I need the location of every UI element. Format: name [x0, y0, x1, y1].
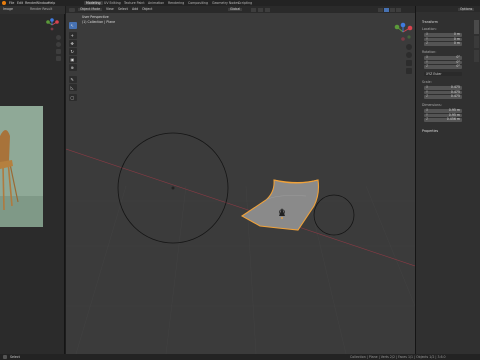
camera-view-icon[interactable]	[56, 49, 61, 54]
image-editor-header: Image Render Result	[0, 6, 65, 14]
viewport-scene	[66, 132, 415, 354]
transform-section-title[interactable]: Transform	[422, 20, 438, 24]
ortho-toggle-icon[interactable]	[406, 68, 412, 74]
scale-label: Scale:	[422, 80, 432, 84]
blender-logo-icon[interactable]	[2, 1, 6, 5]
menu-window[interactable]: Window	[36, 1, 49, 5]
pan-view-icon[interactable]	[406, 52, 412, 58]
workspace-tab-uv-editing[interactable]: UV Editing	[104, 1, 121, 5]
3d-viewport[interactable]: Object Mode View Select Add Object Globa…	[66, 6, 415, 354]
status-right-text: Collection | Plane | Verts 2/2 | Faces 1…	[350, 354, 446, 359]
reference-photo	[0, 106, 43, 227]
rotation-label: Rotation:	[422, 50, 437, 54]
menu-render[interactable]: Render	[25, 1, 36, 5]
dimensions-label: Dimensions:	[422, 103, 442, 107]
workspace-tab-scripting[interactable]: Scripting	[238, 1, 252, 5]
grid-icon[interactable]	[56, 56, 61, 61]
location-x-field[interactable]: X0 m	[424, 33, 462, 37]
selected-plane-object	[240, 179, 320, 231]
scale-z-field[interactable]: Z 0.475	[424, 95, 462, 99]
x-axis-line	[66, 148, 415, 267]
navigation-gizmo-icon[interactable]	[45, 18, 59, 32]
location-label: Location:	[422, 27, 437, 31]
zoom-icon[interactable]	[56, 35, 61, 40]
status-bar: Select Collection | Plane | Verts 2/2 | …	[0, 354, 480, 360]
menu-file[interactable]: File	[9, 1, 14, 5]
workspace-tab-texture-paint[interactable]: Texture Paint	[124, 1, 145, 5]
zoom-view-icon[interactable]	[406, 44, 412, 50]
dimensions-x-field[interactable]: X 0.95 m	[424, 109, 462, 113]
sidebar-tab-tool[interactable]	[474, 36, 479, 48]
scale-x-field[interactable]: X 0.475	[424, 86, 462, 90]
workspace-tab-geometry-nodes[interactable]: Geometry Nodes	[212, 1, 239, 5]
workspace-tab-animation[interactable]: Animation	[148, 1, 164, 5]
image-editor-panel: Image Render Result	[0, 6, 65, 354]
status-left-text: Select	[10, 354, 20, 359]
sidebar-tab-view[interactable]	[474, 50, 479, 62]
menu-edit[interactable]: Edit	[17, 1, 23, 5]
properties-section-title[interactable]: Properties	[422, 129, 438, 133]
menu-help[interactable]: Help	[48, 1, 55, 5]
location-z-field[interactable]: Z0 m	[424, 42, 462, 46]
workspace-tab-rendering[interactable]: Rendering	[168, 1, 184, 5]
rotation-x-field[interactable]: X 0°	[424, 56, 462, 60]
sidebar-header: Options	[416, 6, 480, 12]
camera-view-icon[interactable]	[406, 60, 412, 66]
rotation-z-field[interactable]: Z 0°	[424, 65, 462, 69]
workspace-tab-modeling[interactable]: Modeling	[84, 1, 103, 5]
dimensions-z-field[interactable]: Z 0.456 m	[424, 118, 462, 122]
viewport-navigation-gizmo-icon[interactable]	[393, 22, 413, 42]
workspace-tab-compositing[interactable]: Compositing	[188, 1, 208, 5]
rotation-mode-dropdown[interactable]: XYZ Euler	[424, 72, 462, 76]
sidebar-tab-item[interactable]	[474, 20, 479, 34]
options-dropdown[interactable]: Options	[458, 7, 475, 11]
mouse-icon	[3, 355, 7, 359]
pan-icon[interactable]	[56, 42, 61, 47]
image-name-label[interactable]: Render Result	[30, 8, 52, 11]
sidebar-properties-panel: Options Transform Location: X0 m Y0 m Z0…	[415, 6, 480, 354]
editor-type-label[interactable]: Image	[3, 8, 13, 11]
